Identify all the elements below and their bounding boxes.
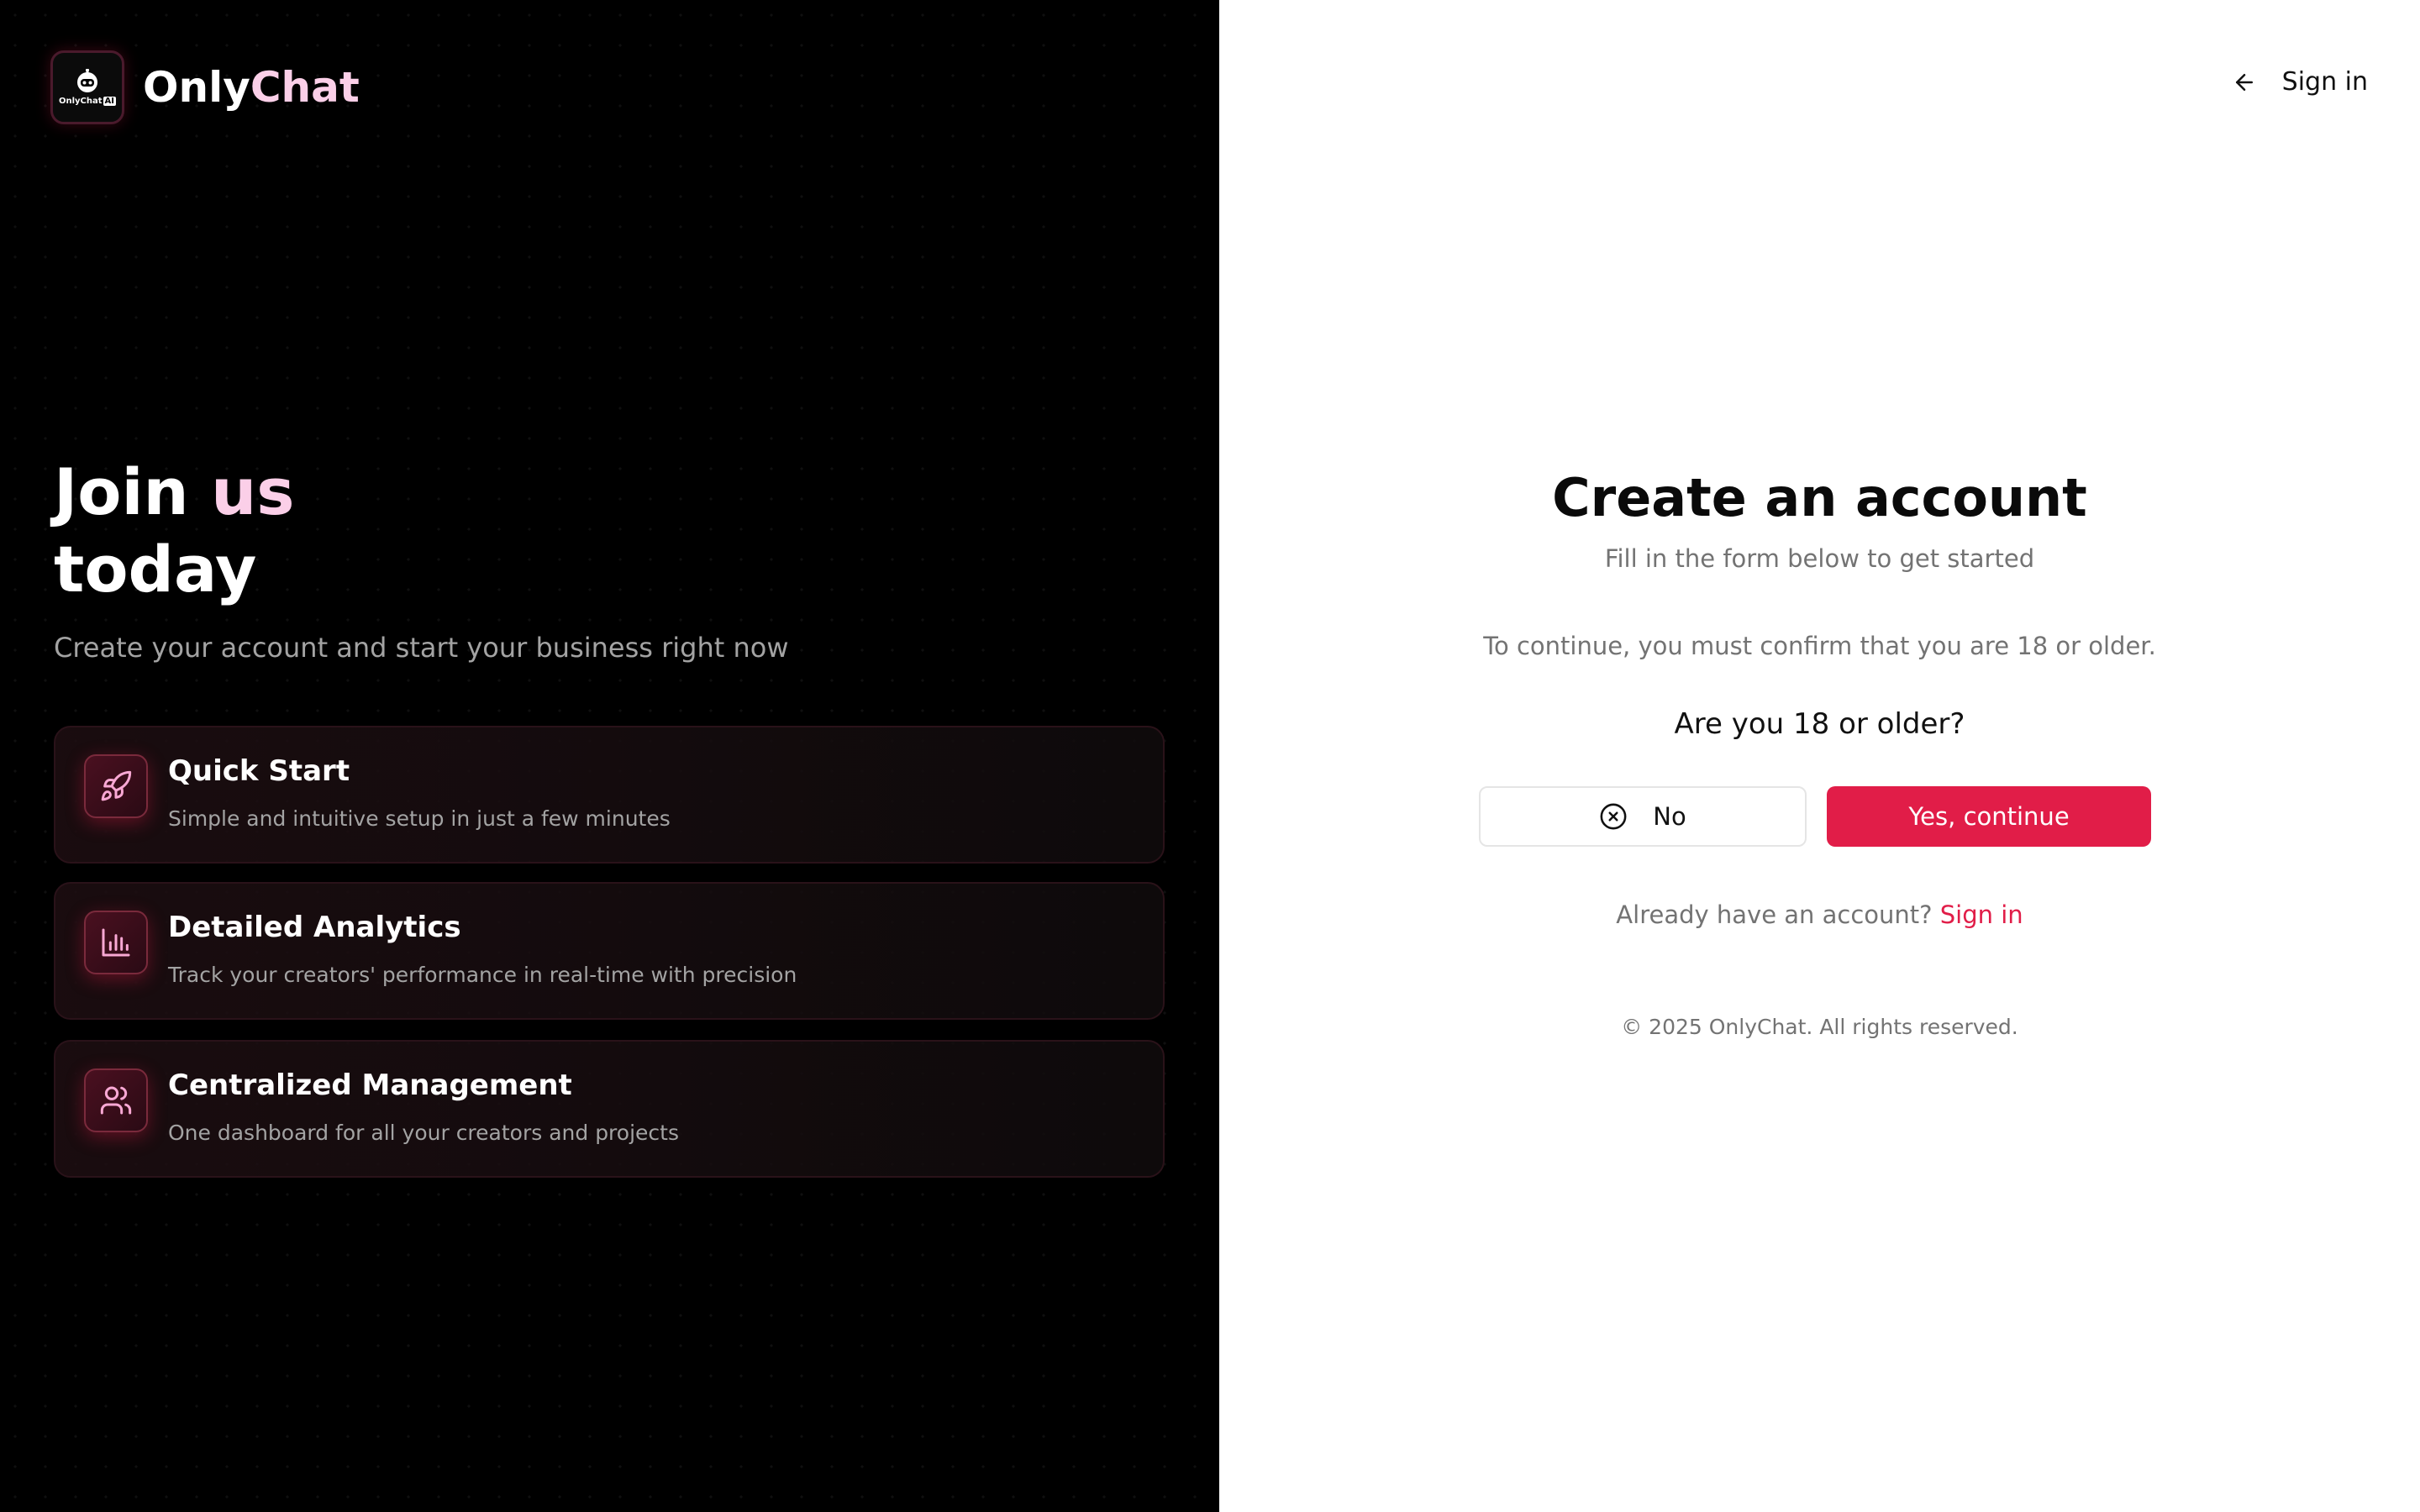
feature-description: Track your creators' performance in real… xyxy=(168,963,797,987)
already-have-account: Already have an account? Sign in xyxy=(1616,900,2023,929)
sign-in-link[interactable]: Sign in xyxy=(1940,900,2023,929)
feature-card-centralized-management: Centralized Management One dashboard for… xyxy=(54,1040,1165,1178)
back-to-sign-in-link[interactable]: Sign in xyxy=(2232,67,2368,97)
bar-chart-icon xyxy=(102,928,130,957)
logo-wordmark: OnlyChat AI xyxy=(58,97,117,106)
page-subtitle: Fill in the form below to get started xyxy=(1604,544,2035,573)
robot-icon xyxy=(77,69,97,92)
right-panel: Sign in Create an account Fill in the fo… xyxy=(1219,0,2420,1512)
no-button-label: No xyxy=(1653,802,1686,831)
feature-title: Detailed Analytics xyxy=(168,911,461,944)
hero-subtitle: Create your account and start your busin… xyxy=(54,632,789,664)
back-link-label: Sign in xyxy=(2281,67,2368,97)
feature-title: Centralized Management xyxy=(168,1068,572,1102)
logo: OnlyChat AI xyxy=(50,50,124,124)
feature-card-detailed-analytics: Detailed Analytics Track your creators' … xyxy=(54,882,1165,1020)
brand[interactable]: OnlyChat AI OnlyChat xyxy=(50,50,360,124)
users-icon xyxy=(100,1086,132,1115)
brand-name: OnlyChat xyxy=(143,63,360,112)
no-button[interactable]: No xyxy=(1479,786,1807,847)
feature-description: One dashboard for all your creators and … xyxy=(168,1121,679,1145)
age-question: Are you 18 or older? xyxy=(1674,707,1965,741)
feature-card-quick-start: Quick Start Simple and intuitive setup i… xyxy=(54,726,1165,864)
copyright: © 2025 OnlyChat. All rights reserved. xyxy=(1621,1015,2018,1039)
yes-button-label: Yes, continue xyxy=(1908,802,2070,831)
page-title: Create an account xyxy=(1552,467,2087,528)
feature-description: Simple and intuitive setup in just a few… xyxy=(168,806,671,831)
yes-continue-button[interactable]: Yes, continue xyxy=(1827,786,2151,847)
arrow-left-icon xyxy=(2235,73,2253,91)
x-circle-icon xyxy=(1600,803,1627,830)
hero-title: Join us today xyxy=(54,454,295,606)
age-confirm-text: To continue, you must confirm that you a… xyxy=(1483,632,2156,660)
rocket-icon xyxy=(101,770,132,801)
feature-title: Quick Start xyxy=(168,754,350,788)
left-panel: OnlyChat AI OnlyChat Join us today Create… xyxy=(0,0,1219,1512)
